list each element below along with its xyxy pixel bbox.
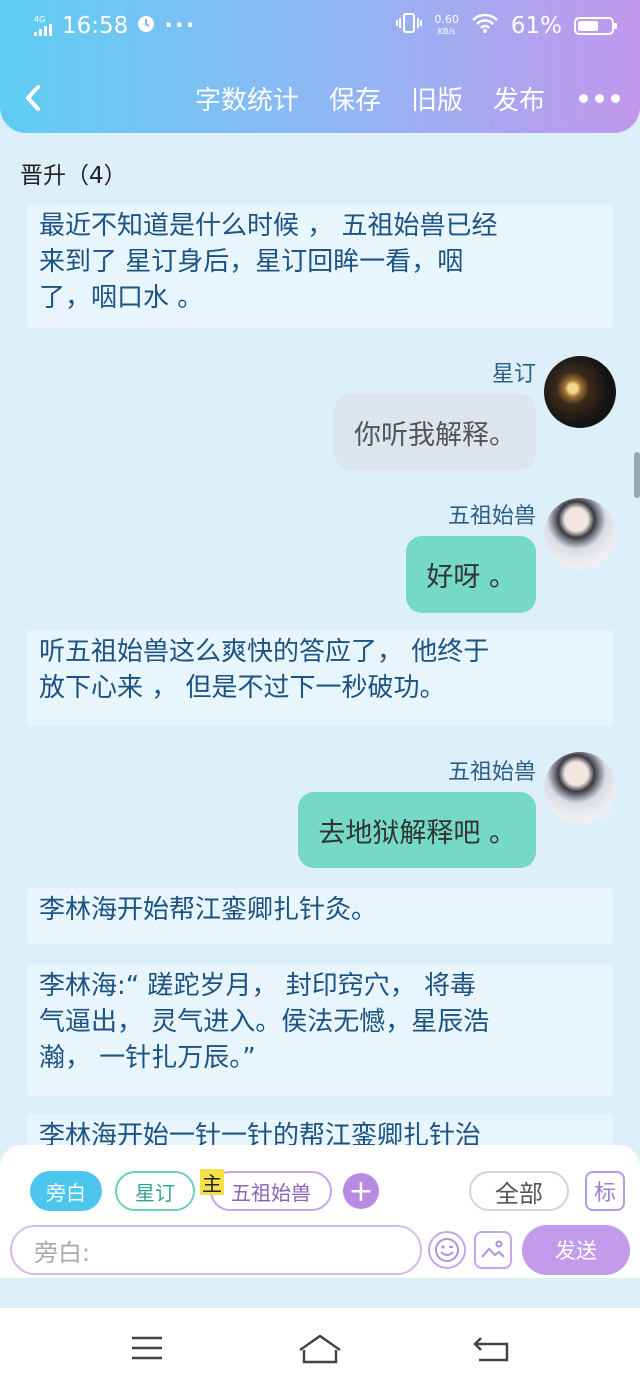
message-input[interactable]: 旁白: [10, 1225, 422, 1275]
speaker-name: 五祖始兽 [447, 760, 536, 785]
scrollbar[interactable] [634, 452, 640, 498]
narration-message[interactable]: 李林海:“ 蹉跎岁月， 封印窍穴， 将毒 气逼出， 灵气进入。侯法无憾，星辰浩 … [27, 964, 613, 1096]
role-chip-wu[interactable]: 五祖始兽 [210, 1171, 332, 1211]
emoji-icon[interactable] [428, 1231, 466, 1269]
signal-icon: 4G [34, 16, 52, 36]
toolbar: 字数统计 保存 旧版 发布 [0, 70, 640, 126]
more-dots-icon[interactable] [579, 93, 620, 103]
dark-lantern-avatar[interactable] [544, 356, 616, 428]
menu-icon[interactable] [117, 1328, 177, 1368]
speech-bubble[interactable]: 去地狱解释吧 。 [298, 792, 536, 868]
speech-bubble[interactable]: 好呀 。 [406, 536, 536, 613]
system-navigation-bar [0, 1308, 640, 1387]
mark-button[interactable]: 标 [585, 1171, 625, 1211]
notification-dots: ··· [164, 13, 197, 39]
narration-message[interactable]: 听五祖始兽这么爽快的答应了， 他终于 放下心来 ， 但是不过下一秒破功。 [27, 630, 613, 726]
battery-percent: 61% [510, 13, 562, 39]
add-role-button[interactable]: + [343, 1173, 379, 1209]
word-count-button[interactable]: 字数统计 [195, 80, 299, 117]
speaker-name: 星订 [491, 362, 536, 387]
home-icon[interactable] [290, 1328, 350, 1368]
input-panel: 旁白 星订 五祖始兽 主 + 全部 标 旁白: 发送 [0, 1145, 640, 1278]
input-placeholder: 旁白: [34, 1238, 91, 1267]
chat-area[interactable]: 最近不知道是什么时候 ， 五祖始兽已经 来到了 星订身后，星订回眸一看，咽 了，… [0, 200, 640, 1145]
all-roles-button[interactable]: 全部 [469, 1171, 569, 1211]
publish-button[interactable]: 发布 [493, 80, 545, 117]
old-version-button[interactable]: 旧版 [411, 80, 463, 117]
role-chip-narrator[interactable]: 旁白 [30, 1171, 102, 1211]
white-robed-avatar[interactable] [544, 752, 616, 824]
white-robed-avatar[interactable] [544, 498, 616, 570]
chevron-left-icon [26, 85, 40, 111]
narration-message[interactable]: 李林海开始帮江銮卿扎针灸。 [27, 888, 613, 944]
network-type: 4G [34, 15, 46, 24]
back-button[interactable] [18, 83, 48, 113]
speaker-name: 五祖始兽 [447, 504, 536, 529]
alarm-icon [136, 13, 156, 39]
chapter-title: 晋升（4） [20, 163, 127, 189]
role-chip-star[interactable]: 星订 [115, 1171, 195, 1211]
net-speed: 0.60 KB/s [434, 13, 459, 37]
back-nav-icon[interactable] [463, 1328, 523, 1368]
header-bar: 4G 16:58 ··· 0.60 KB/s 61% 字数统计 保存 旧版 发布 [0, 0, 640, 133]
status-bar: 4G 16:58 ··· 0.60 KB/s 61% [0, 0, 640, 52]
main-role-tag: 主 [200, 1169, 224, 1196]
narration-message[interactable]: 李林海开始一针一针的帮江銮卿扎针治 [27, 1114, 613, 1145]
narration-message[interactable]: 最近不知道是什么时候 ， 五祖始兽已经 来到了 星订身后，星订回眸一看，咽 了，… [27, 204, 613, 328]
save-button[interactable]: 保存 [329, 80, 381, 117]
battery-icon [574, 17, 617, 35]
wifi-icon [471, 12, 499, 40]
send-button[interactable]: 发送 [522, 1225, 630, 1275]
vibrate-icon [396, 12, 423, 40]
clock: 16:58 [62, 13, 129, 39]
image-icon[interactable] [474, 1231, 512, 1269]
speech-bubble[interactable]: 你听我解释。 [334, 394, 536, 470]
